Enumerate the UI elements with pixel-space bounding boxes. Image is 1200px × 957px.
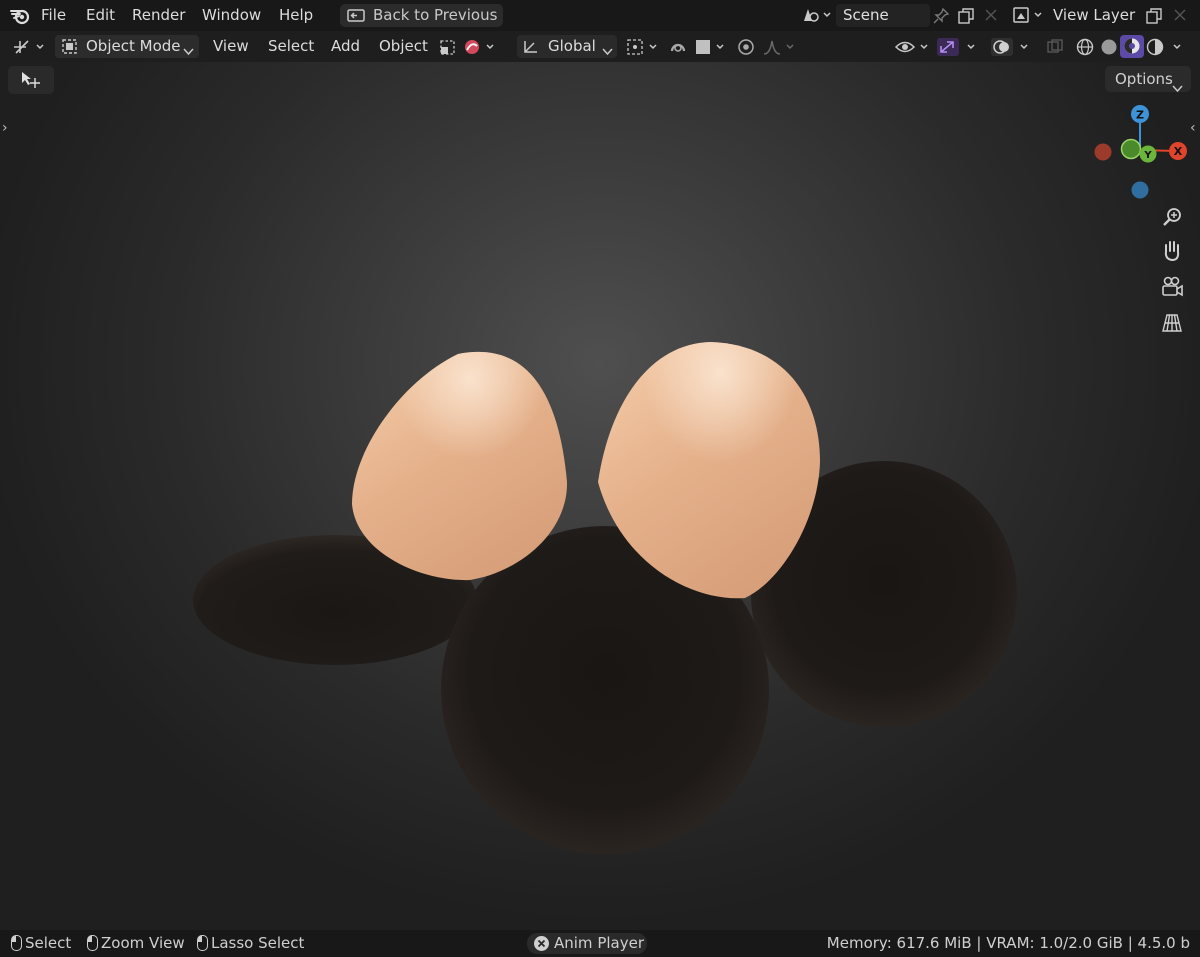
scene-name-field[interactable]: Scene — [836, 4, 930, 27]
scene-name-label: Scene — [843, 6, 889, 24]
rendered-shading-icon[interactable] — [1145, 37, 1187, 61]
zoom-magnifier-icon — [1161, 206, 1183, 232]
orientation-axes-icon — [522, 38, 540, 59]
options-label: Options — [1115, 70, 1173, 88]
gizmo-z-label: Z — [1136, 109, 1144, 122]
3d-viewport[interactable]: Options › ‹ Z Y X — [0, 62, 1200, 930]
status-hint-lasso: Lasso Select — [197, 930, 304, 957]
duplicate-view-layer-icon[interactable] — [1145, 7, 1163, 29]
status-hint-zoom-label: Zoom View — [101, 934, 185, 952]
chevron-down-icon — [183, 42, 194, 60]
select-mode-icon[interactable] — [438, 38, 458, 60]
back-to-previous-label: Back to Previous — [373, 6, 498, 24]
menu-window[interactable]: Window — [202, 0, 261, 31]
orientation-label: Global — [548, 37, 596, 55]
menu-edit[interactable]: Edit — [86, 0, 115, 31]
overlays-icon[interactable] — [990, 37, 1036, 61]
status-bar: Select Zoom View Lasso Select Anim Playe… — [0, 930, 1200, 957]
status-info: Memory: 617.6 MiB | VRAM: 1.0/2.0 GiB | … — [826, 934, 1190, 952]
scene-objects[interactable] — [0, 62, 1200, 930]
status-hint-lasso-label: Lasso Select — [211, 934, 305, 952]
menu-help[interactable]: Help — [279, 0, 313, 31]
snap-target-icon[interactable] — [694, 37, 730, 61]
menu-select[interactable]: Select — [268, 31, 314, 62]
editor-type-icon[interactable] — [12, 37, 48, 61]
pivot-point-icon[interactable] — [626, 37, 662, 61]
menu-view[interactable]: View — [213, 31, 249, 62]
mouse-left-icon — [11, 935, 22, 951]
viewport-header: Object Mode View Select Add Object Globa… — [0, 31, 1200, 62]
falloff-curve-icon[interactable] — [762, 37, 798, 61]
transform-orientation-dropdown[interactable]: Global — [517, 35, 617, 58]
close-scene-icon[interactable] — [984, 8, 998, 26]
mouse-right-icon — [197, 935, 208, 951]
status-hint-zoom: Zoom View — [87, 930, 185, 957]
cursor-move-icon — [20, 70, 42, 94]
toolbar-expand-arrow-icon[interactable]: › — [2, 120, 8, 136]
grid-perspective-icon — [1161, 312, 1183, 338]
material-preview-shading-button[interactable] — [1120, 35, 1144, 58]
chevron-down-icon — [602, 42, 613, 60]
left-ear-mesh[interactable] — [352, 351, 568, 581]
solid-shading-icon[interactable] — [1099, 37, 1119, 61]
zoom-view-button[interactable] — [1156, 201, 1188, 233]
gizmo-neg-z-handle[interactable] — [1131, 181, 1149, 199]
back-screen-icon — [347, 8, 365, 31]
view-layer-browse-icon[interactable] — [1012, 5, 1046, 29]
status-hint-select-label: Select — [25, 934, 72, 952]
perspective-toggle-button[interactable] — [1156, 307, 1188, 339]
chevron-down-icon — [1172, 75, 1183, 101]
anim-player-label: Anim Player — [554, 934, 644, 952]
menu-render[interactable]: Render — [132, 0, 185, 31]
xray-toggle-icon[interactable] — [1046, 38, 1064, 60]
pan-view-button[interactable] — [1156, 235, 1188, 267]
menu-add[interactable]: Add — [331, 31, 360, 62]
blender-logo-icon[interactable] — [10, 5, 32, 27]
mode-label: Object Mode — [86, 37, 181, 55]
snap-magnet-icon[interactable] — [668, 37, 690, 61]
move-tool-button[interactable] — [8, 66, 54, 94]
menu-object[interactable]: Object — [379, 31, 428, 62]
material-preview-icon — [1122, 36, 1142, 60]
sculpt-brush-icon[interactable] — [462, 37, 500, 61]
gizmo-x-label: X — [1174, 145, 1183, 158]
gizmo-neg-y-handle[interactable] — [1120, 138, 1142, 160]
hand-pan-icon — [1161, 239, 1183, 267]
cancel-circle-icon — [533, 935, 550, 956]
back-to-previous-button[interactable]: Back to Previous — [340, 4, 503, 27]
camera-view-button[interactable] — [1156, 271, 1188, 303]
visibility-eye-icon[interactable] — [894, 37, 932, 61]
proportional-editing-icon[interactable] — [736, 37, 756, 61]
gizmo-neg-x-handle[interactable] — [1094, 143, 1112, 161]
duplicate-scene-icon[interactable] — [957, 7, 975, 29]
wireframe-shading-icon[interactable] — [1075, 37, 1095, 61]
view-layer-name-field[interactable]: View Layer — [1053, 0, 1135, 31]
mouse-middle-icon — [87, 935, 98, 951]
pin-icon[interactable] — [932, 7, 950, 29]
menu-file[interactable]: File — [41, 0, 66, 31]
options-dropdown[interactable]: Options — [1105, 66, 1191, 93]
gizmo-y-label: Y — [1143, 150, 1152, 161]
top-menu-bar: File Edit Render Window Help Back to Pre… — [0, 0, 1200, 31]
anim-player-button[interactable]: Anim Player — [527, 933, 647, 954]
camera-icon — [1160, 276, 1184, 302]
navigation-gizmo[interactable]: Z Y X — [1090, 102, 1200, 202]
scene-browse-icon[interactable] — [800, 5, 834, 29]
close-view-layer-icon[interactable] — [1173, 8, 1187, 26]
gizmo-toggle-icon[interactable] — [936, 37, 982, 61]
mode-dropdown[interactable]: Object Mode — [55, 35, 199, 58]
status-hint-select: Select — [11, 930, 71, 957]
object-mode-icon — [61, 38, 79, 59]
